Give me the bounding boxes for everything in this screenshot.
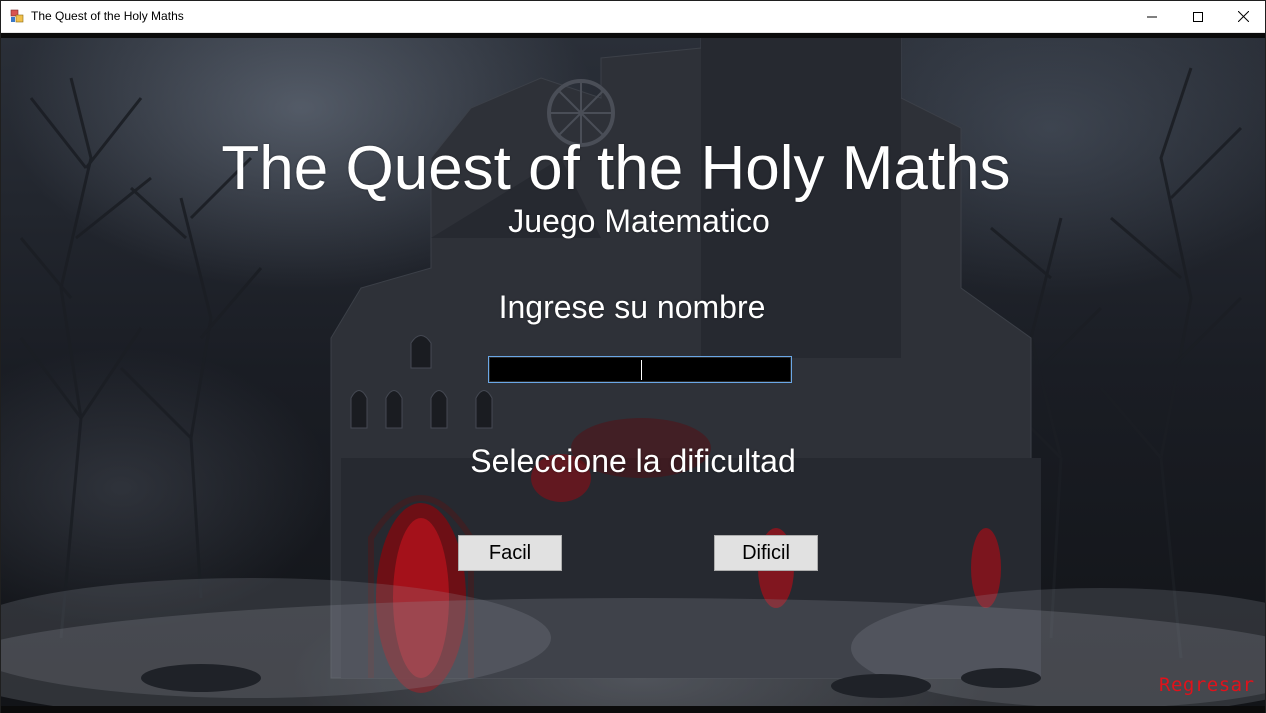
name-input[interactable] (488, 356, 792, 383)
hard-button[interactable]: Dificil (714, 535, 818, 571)
close-button[interactable] (1220, 1, 1266, 32)
maximize-button[interactable] (1175, 1, 1221, 32)
minimize-button[interactable] (1129, 1, 1175, 32)
bottom-strip (1, 706, 1265, 713)
maximize-icon (1193, 11, 1203, 22)
text-caret (641, 360, 642, 380)
haunted-castle-background: The Quest of the Holy Maths Juego Matema… (1, 38, 1265, 706)
back-link[interactable]: Regresar (1159, 674, 1255, 696)
minimize-icon (1147, 16, 1157, 17)
difficulty-prompt-label: Seleccione la dificultad (470, 443, 796, 479)
close-icon (1237, 11, 1249, 22)
game-title: The Quest of the Holy Maths (221, 134, 1011, 203)
easy-button[interactable]: Facil (458, 535, 562, 571)
app-window: The Quest of the Holy Maths The Quest of… (0, 0, 1266, 713)
app-window-icon (10, 9, 24, 23)
name-prompt-label: Ingrese su nombre (498, 289, 766, 325)
form-client-area: The Quest of the Holy Maths Juego Matema… (1, 33, 1265, 713)
game-subtitle: Juego Matematico (508, 203, 770, 239)
title-bar[interactable]: The Quest of the Holy Maths (1, 1, 1265, 33)
window-title: The Quest of the Holy Maths (31, 9, 184, 23)
